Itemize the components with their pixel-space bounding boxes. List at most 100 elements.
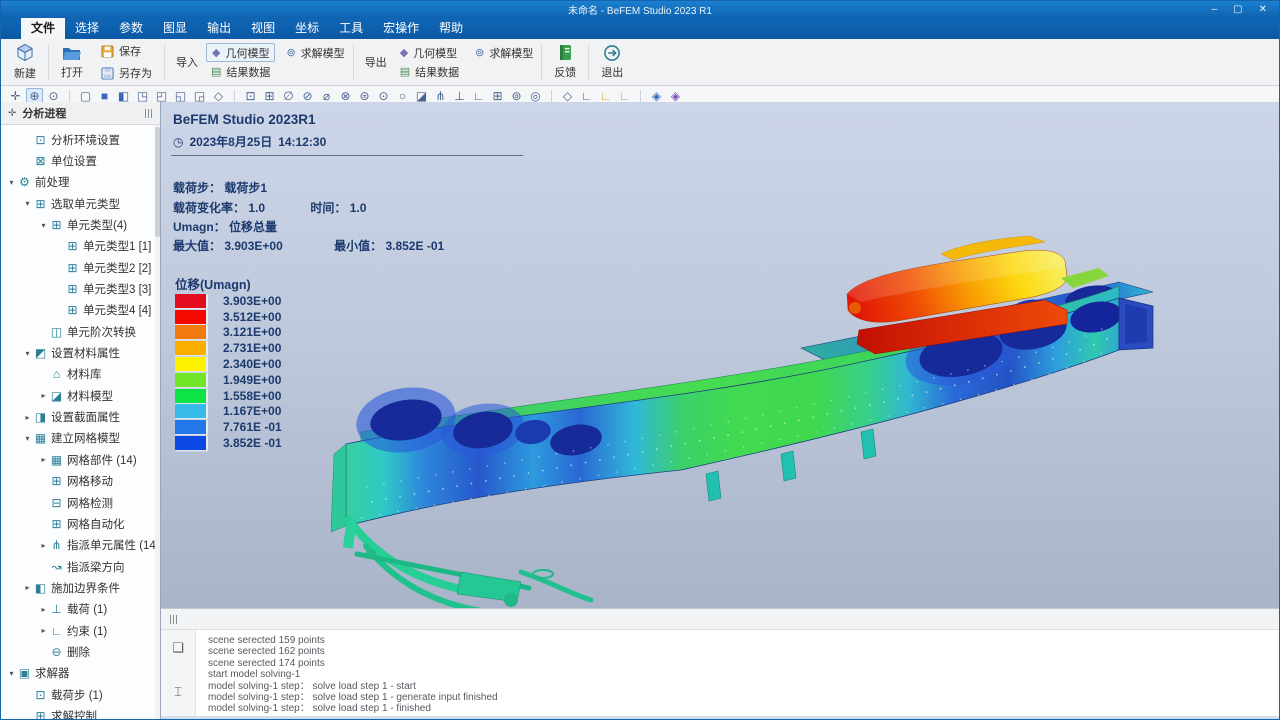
import-geometry-button[interactable]: ◆ 几何模型	[206, 43, 275, 62]
legend-value: 3.121E+00	[223, 325, 281, 339]
expand-arrow-icon[interactable]: ▾	[6, 178, 17, 187]
import-solver-button[interactable]: ⊚ 求解模型	[281, 43, 349, 62]
sidebar-item[interactable]: ⊞单元类型3 [3]	[1, 278, 160, 299]
menu-item-0[interactable]: 文件	[21, 16, 65, 39]
expand-arrow-icon[interactable]: ▾	[22, 199, 33, 208]
export-solver-label: 求解模型	[489, 45, 533, 61]
sidebar-title: 分析进程	[22, 105, 66, 121]
expand-arrow-icon[interactable]: ▾	[38, 221, 49, 230]
sidebar-item[interactable]: ▸◨设置截面属性	[1, 406, 160, 427]
mesh-check-icon: ⊟	[49, 496, 64, 510]
sidebar-item-label: 求解器	[35, 665, 70, 681]
import-button[interactable]: 导入	[168, 41, 206, 83]
sidebar-item[interactable]: ⊖删除	[1, 641, 160, 662]
menu-item-9[interactable]: 帮助	[429, 16, 473, 39]
legend-value: 1.558E+00	[223, 389, 281, 403]
sidebar-item[interactable]: ⊞网格自动化	[1, 513, 160, 534]
sidebar-item[interactable]: ⊡载荷步 (1)	[1, 684, 160, 705]
legend-color-swatch	[175, 373, 208, 387]
expand-arrow-icon[interactable]: ▾	[22, 349, 33, 358]
sidebar-item[interactable]: ▸⊥载荷 (1)	[1, 599, 160, 620]
legend-value: 1.949E+00	[223, 373, 281, 387]
minimize-button[interactable]: –	[1212, 4, 1218, 15]
export-button[interactable]: 导出	[357, 41, 395, 83]
min-value: 3.852E -01	[385, 239, 444, 253]
solver-model-icon: ⊚	[286, 46, 295, 59]
menu-item-7[interactable]: 工具	[329, 16, 373, 39]
feedback-book-icon	[557, 44, 574, 62]
exit-button[interactable]: 退出	[592, 41, 632, 83]
sidebar-item[interactable]: ▸∟约束 (1)	[1, 620, 160, 641]
feedback-button[interactable]: 反馈	[545, 41, 585, 83]
sidebar-item-label: 材料库	[67, 366, 102, 382]
import-result-button[interactable]: ▤ 结果数据	[206, 62, 275, 81]
feedback-button-label: 反馈	[554, 64, 576, 80]
menu-item-4[interactable]: 输出	[197, 16, 241, 39]
log-line: model solving-1 step： solve load step 1 …	[208, 681, 1279, 692]
sidebar-item[interactable]: ⊞单元类型2 [2]	[1, 257, 160, 278]
legend-color-swatch	[175, 310, 208, 324]
menu-item-1[interactable]: 选择	[65, 16, 109, 39]
log-panel-header[interactable]	[161, 609, 1279, 630]
export-solver-button[interactable]: ⊚ 求解模型	[470, 43, 538, 62]
sidebar-item[interactable]: ⊟网格检测	[1, 492, 160, 513]
pin-icon[interactable]: ✛	[8, 108, 16, 119]
save-button[interactable]: 保存	[96, 42, 157, 60]
sidebar-item[interactable]: ⊠单位设置	[1, 150, 160, 171]
new-log-icon[interactable]: ❏	[172, 640, 184, 656]
sidebar-item[interactable]: ▾⚙前处理	[1, 172, 160, 193]
sidebar-item[interactable]: ▸◧施加边界条件	[1, 577, 160, 598]
legend-entry: 2.340E+00	[175, 356, 282, 372]
expand-arrow-icon[interactable]: ▸	[38, 391, 49, 400]
panel-layout-icon[interactable]	[145, 109, 153, 118]
expand-arrow-icon[interactable]: ▸	[22, 583, 33, 592]
sidebar-item[interactable]: ▾◩设置材料属性	[1, 342, 160, 363]
sidebar-item[interactable]: ▾⊞单元类型(4)	[1, 214, 160, 235]
expand-arrow-icon[interactable]: ▸	[38, 605, 49, 614]
expand-arrow-icon[interactable]: ▸	[38, 455, 49, 464]
menu-item-6[interactable]: 坐标	[285, 16, 329, 39]
new-button[interactable]: 新建	[5, 41, 45, 83]
expand-arrow-icon[interactable]: ▾	[6, 669, 17, 678]
expand-arrow-icon[interactable]: ▸	[22, 413, 33, 422]
maximize-button[interactable]: ▢	[1233, 4, 1242, 15]
expand-arrow-icon[interactable]: ▾	[22, 434, 33, 443]
splitter-grip-icon[interactable]	[170, 615, 178, 624]
sidebar-item[interactable]: ◫单元阶次转换	[1, 321, 160, 342]
sidebar-scrollbar[interactable]	[155, 125, 160, 719]
open-button[interactable]: 打开	[52, 41, 92, 83]
expand-arrow-icon[interactable]: ▸	[38, 541, 49, 550]
sidebar-item[interactable]: ▸⋔指派单元属性 (14)	[1, 535, 160, 556]
sidebar-item[interactable]: ↝指派梁方向	[1, 556, 160, 577]
menu-item-3[interactable]: 图显	[153, 16, 197, 39]
export-result-button[interactable]: ▤ 结果数据	[395, 62, 464, 81]
export-geometry-button[interactable]: ◆ 几何模型	[395, 43, 464, 62]
analysis-env-icon: ⊡	[33, 133, 48, 147]
model-3d-view[interactable]: BeFEM Studio 2023R1 ◷ 2023年8月25日 14:12:3…	[161, 102, 1279, 608]
sidebar-item[interactable]: ▸▦网格部件 (14)	[1, 449, 160, 470]
mesh-part-icon: ▦	[49, 453, 64, 467]
expand-arrow-icon[interactable]: ▸	[38, 626, 49, 635]
menu-item-5[interactable]: 视图	[241, 16, 285, 39]
scrollbar-thumb[interactable]	[155, 127, 160, 237]
sidebar-item[interactable]: ⊞网格移动	[1, 471, 160, 492]
sidebar-item[interactable]: ▸◪材料模型	[1, 385, 160, 406]
sidebar-item[interactable]: ▾▦建立网格模型	[1, 428, 160, 449]
log-line: start model solving-1	[208, 669, 1279, 680]
text-cursor-icon[interactable]: ⌶	[174, 684, 182, 700]
save-as-button[interactable]: 另存为	[96, 64, 157, 82]
sidebar-item[interactable]: ⊞单元类型4 [4]	[1, 300, 160, 321]
sidebar-item[interactable]: ⊡分析环境设置	[1, 129, 160, 150]
menu-item-2[interactable]: 参数	[109, 16, 153, 39]
contour-legend: 3.903E+003.512E+003.121E+002.731E+002.34…	[175, 293, 282, 451]
delete-icon: ⊖	[49, 645, 64, 659]
legend-entry: 3.121E+00	[175, 325, 282, 341]
sidebar-item[interactable]: ⊞求解控制	[1, 705, 160, 719]
sidebar-item[interactable]: ▾▣求解器	[1, 663, 160, 684]
sidebar-item[interactable]: ⊞单元类型1 [1]	[1, 236, 160, 257]
sidebar-item[interactable]: ⌂材料库	[1, 364, 160, 385]
menu-item-8[interactable]: 宏操作	[373, 16, 429, 39]
close-button[interactable]: ✕	[1259, 4, 1267, 15]
sidebar-item[interactable]: ▾⊞选取单元类型	[1, 193, 160, 214]
element-order-convert-icon: ◫	[49, 325, 64, 339]
